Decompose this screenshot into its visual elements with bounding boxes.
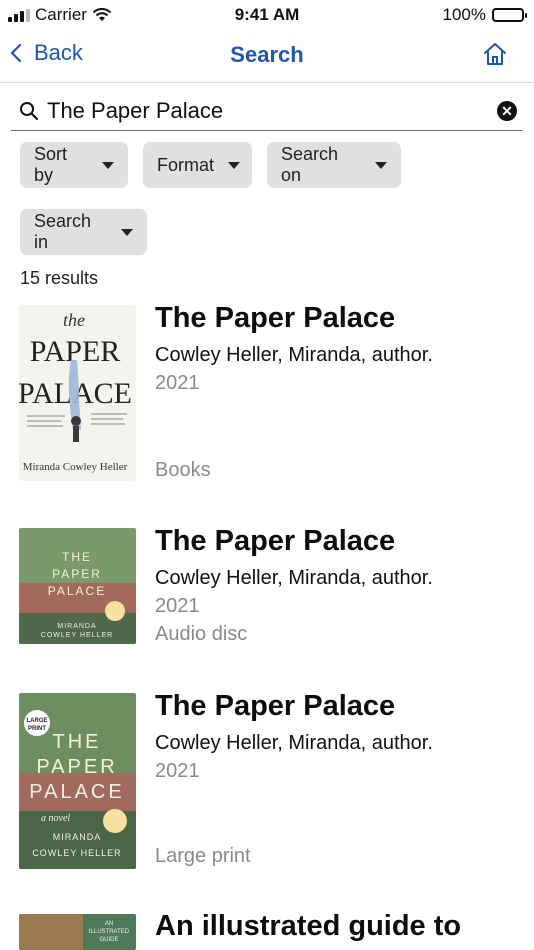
clear-search-icon[interactable]: ✕ [497, 101, 517, 121]
caret-down-icon [228, 161, 241, 169]
cover-text: COWLEY HELLER [41, 632, 113, 639]
cover-text: the [63, 310, 85, 330]
navigation-bar: Back Search [0, 30, 534, 83]
cover-text: THE [53, 731, 102, 753]
search-icon [20, 102, 39, 121]
result-title[interactable]: The Paper Palace [155, 525, 395, 558]
cover-text: GUIDE [99, 937, 118, 943]
book-cover: LARGE PRINT THE PAPER PALACE a novel MIR… [19, 693, 136, 869]
result-year: 2021 [155, 595, 200, 617]
results-count: 15 results [20, 268, 99, 288]
cover-text: AN [105, 921, 113, 927]
cover-text: THE [62, 550, 92, 564]
result-format: Books [155, 459, 211, 481]
result-item[interactable]: AN ILLUSTRATED GUIDE An illustrated guid… [0, 910, 534, 950]
result-format: Audio disc [155, 623, 248, 645]
result-author: Cowley Heller, Miranda, author. [155, 732, 433, 754]
search-input[interactable]: The Paper Palace [47, 98, 223, 124]
status-bar: Carrier 9:41 AM 100% [0, 0, 534, 30]
result-author: Cowley Heller, Miranda, author. [155, 344, 433, 366]
cover-text: MIRANDA [57, 623, 96, 630]
result-title[interactable]: An illustrated guide to [155, 910, 461, 943]
result-item[interactable]: LARGE PRINT THE PAPER PALACE a novel MIR… [0, 690, 534, 880]
cover-text: PAPER [36, 756, 117, 778]
result-item[interactable]: the PAPER PALACE Miranda Cowley Heller T… [0, 300, 534, 490]
caret-down-icon [375, 161, 387, 169]
result-year: 2021 [155, 760, 200, 782]
search-field[interactable]: The Paper Palace ✕ [11, 92, 523, 131]
book-cover: the PAPER PALACE Miranda Cowley Heller [19, 305, 136, 481]
cover-text: Miranda Cowley Heller [23, 461, 128, 473]
format-label: Format [157, 154, 215, 175]
search-in-label: Search in [34, 211, 92, 252]
cover-text: COWLEY HELLER [32, 848, 121, 858]
sort-by-dropdown[interactable]: Sort by [20, 142, 128, 188]
result-title[interactable]: The Paper Palace [155, 302, 395, 335]
search-on-label: Search on [281, 144, 339, 185]
caret-down-icon [121, 228, 133, 236]
caret-down-icon [102, 161, 114, 169]
cover-text: PALACE [29, 781, 124, 803]
cover-text: PAPER [52, 567, 102, 581]
cover-text: PALACE [48, 584, 106, 598]
sort-by-label: Sort by [34, 144, 68, 185]
format-dropdown[interactable]: Format [143, 142, 252, 188]
cover-text: ILLUSTRATED [89, 929, 130, 935]
cover-text: PRINT [28, 726, 46, 732]
book-cover: AN ILLUSTRATED GUIDE [19, 914, 136, 950]
result-title[interactable]: The Paper Palace [155, 690, 395, 723]
page-title: Search [230, 42, 304, 67]
book-cover: THE PAPER PALACE MIRANDA COWLEY HELLER [19, 528, 136, 644]
cover-text: a novel [41, 813, 70, 824]
battery-percent: 100% [442, 5, 486, 24]
result-author: Cowley Heller, Miranda, author. [155, 567, 433, 589]
cover-text: LARGE [27, 718, 48, 724]
battery-icon [492, 8, 527, 22]
search-in-dropdown[interactable]: Search in [20, 209, 147, 255]
search-on-dropdown[interactable]: Search on [267, 142, 401, 188]
result-item[interactable]: THE PAPER PALACE MIRANDA COWLEY HELLER T… [0, 525, 534, 655]
battery-indicator: 100% [442, 5, 527, 25]
result-year: 2021 [155, 372, 200, 394]
cover-text: MIRANDA [53, 832, 102, 842]
home-icon[interactable] [482, 41, 508, 67]
result-format: Large print [155, 845, 251, 867]
